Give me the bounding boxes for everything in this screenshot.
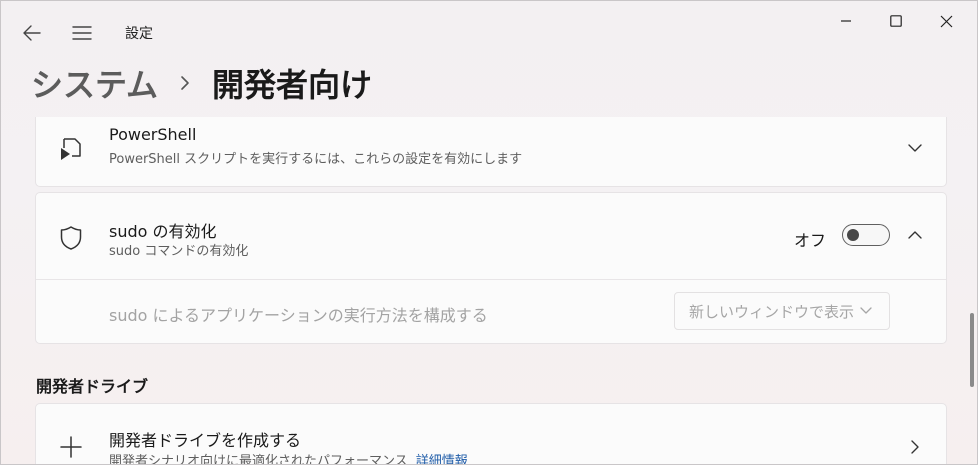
maximize-button[interactable]	[873, 5, 919, 37]
maximize-icon	[890, 15, 902, 27]
dev-drive-section-heading: 開発者ドライブ	[36, 377, 149, 396]
breadcrumb-parent-system[interactable]: システム	[31, 60, 158, 106]
chevron-down-icon	[908, 144, 922, 152]
sudo-title: sudo の有効化	[109, 222, 217, 241]
sudo-mode-dropdown[interactable]: 新しいウィンドウで表示	[674, 292, 890, 330]
powershell-icon	[56, 134, 86, 164]
chevron-down-icon	[860, 307, 872, 314]
plus-icon	[56, 432, 86, 462]
sudo-collapse-button[interactable]	[898, 218, 932, 252]
vertical-scrollbar[interactable]	[970, 313, 974, 387]
chevron-right-icon	[181, 76, 189, 90]
sudo-subtitle: sudo コマンドの有効化	[109, 244, 249, 259]
close-button[interactable]	[923, 5, 969, 37]
sudo-toggle-state-label: オフ	[793, 231, 826, 250]
page-title: 開発者向け	[212, 66, 373, 104]
app-title: 設定	[125, 26, 153, 42]
sudo-mode-selected-value: 新しいウィンドウで表示	[689, 302, 855, 321]
shield-icon	[56, 223, 86, 253]
powershell-setting-card[interactable]: PowerShell PowerShell スクリプトを実行するには、これらの設…	[35, 117, 947, 187]
sudo-setting-card: sudo の有効化 sudo コマンドの有効化 オフ sudo によるアプリケー…	[35, 192, 947, 344]
settings-content: PowerShell PowerShell スクリプトを実行するには、これらの設…	[1, 117, 967, 465]
divider	[36, 279, 946, 280]
title-bar: 設定	[1, 1, 977, 63]
chevron-right-icon	[911, 440, 919, 454]
settings-window: 設定 システム 開発者向け PowerShell PowerShell スクリプ…	[0, 0, 978, 465]
powershell-expand-button[interactable]	[898, 131, 932, 165]
sudo-toggle-switch[interactable]	[842, 224, 890, 246]
hamburger-icon	[72, 26, 92, 40]
powershell-title: PowerShell	[109, 125, 197, 144]
powershell-subtitle: PowerShell スクリプトを実行するには、これらの設定を有効にします	[109, 152, 523, 167]
back-button[interactable]	[15, 17, 49, 49]
close-icon	[940, 15, 952, 27]
learn-more-link[interactable]: 詳細情報	[416, 454, 468, 464]
navigation-menu-button[interactable]	[65, 17, 99, 49]
arrow-left-icon	[23, 25, 41, 41]
toggle-knob	[847, 229, 859, 241]
dev-drive-subtitle: 開発者シナリオ向けに最適化されたパフォーマンス 詳細情報	[109, 450, 468, 465]
breadcrumb: システム 開発者向け	[31, 59, 372, 107]
minimize-button[interactable]	[823, 5, 869, 37]
sudo-mode-label: sudo によるアプリケーションの実行方法を構成する	[109, 306, 488, 325]
chevron-up-icon	[908, 231, 922, 239]
dev-drive-open-button[interactable]	[898, 430, 932, 464]
breadcrumb-separator	[180, 75, 190, 91]
dev-drive-title: 開発者ドライブを作成する	[109, 431, 302, 450]
dev-drive-description: 開発者シナリオ向けに最適化されたパフォーマンス	[109, 454, 408, 465]
create-dev-drive-card[interactable]: 開発者ドライブを作成する 開発者シナリオ向けに最適化されたパフォーマンス 詳細情報	[35, 403, 947, 465]
minimize-icon	[841, 20, 851, 22]
